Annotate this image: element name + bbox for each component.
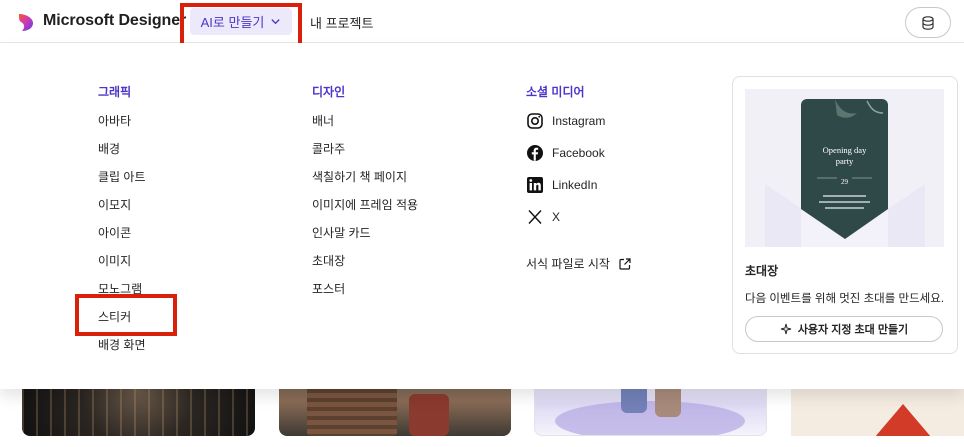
menu-item-wallpaper[interactable]: 배경 화면	[98, 336, 146, 353]
credits-button[interactable]	[905, 7, 951, 38]
menu-item-x[interactable]: X	[526, 208, 560, 226]
menu-item-image[interactable]: 이미지	[98, 252, 131, 269]
menu-item-coloring-page[interactable]: 색칠하기 책 페이지	[312, 168, 407, 185]
linkedin-label: LinkedIn	[552, 178, 598, 192]
promo-card-title: 초대장	[745, 264, 779, 278]
invitation-preview-image: Opening day party 29	[745, 89, 944, 247]
menu-item-emoji[interactable]: 이모지	[98, 196, 131, 213]
create-custom-invitation-label: 사용자 지정 초대 만들기	[797, 324, 909, 336]
start-from-template-link[interactable]: 서식 파일로 시작	[526, 255, 632, 272]
invitation-heading-line2: party	[836, 156, 854, 166]
menu-item-icon[interactable]: 아이콘	[98, 224, 131, 241]
app-name[interactable]: Microsoft Designer	[43, 12, 186, 30]
menu-item-collage[interactable]: 콜라주	[312, 140, 345, 157]
menu-item-instagram[interactable]: Instagram	[526, 112, 605, 130]
facebook-label: Facebook	[552, 146, 605, 160]
menu-item-greeting-card[interactable]: 인사말 카드	[312, 224, 371, 241]
facebook-icon	[527, 145, 543, 161]
ai-create-menu-label: AI로 만들기	[200, 15, 265, 30]
menu-item-facebook[interactable]: Facebook	[526, 144, 605, 162]
menu-item-invitation[interactable]: 초대장	[312, 252, 345, 269]
designer-logo-icon	[19, 14, 33, 31]
create-custom-invitation-button[interactable]: 사용자 지정 초대 만들기	[745, 316, 943, 342]
social-media-heading: 소셜 미디어	[526, 85, 585, 99]
menu-item-banner[interactable]: 배너	[312, 112, 334, 129]
menu-item-clip-art[interactable]: 클립 아트	[98, 168, 146, 185]
invitation-promo-card[interactable]: Opening day party 29 초대장 다음 이벤트를 위해 멋진 초…	[732, 76, 958, 354]
menu-item-frame-image[interactable]: 이미지에 프레임 적용	[312, 196, 418, 213]
linkedin-icon	[527, 177, 543, 193]
ai-create-dropdown-menu: 그래픽 아바타 배경 클립 아트 이모지 아이콘 이미지 모노그램 스티커 배경…	[0, 43, 964, 389]
x-icon	[528, 210, 542, 224]
menu-item-poster[interactable]: 포스터	[312, 280, 345, 297]
instagram-icon	[527, 113, 543, 129]
invitation-date-day: 29	[841, 178, 849, 186]
menu-item-monogram[interactable]: 모노그램	[98, 280, 142, 297]
instagram-label: Instagram	[552, 114, 606, 128]
ai-create-menu-button[interactable]: AI로 만들기	[190, 8, 292, 35]
menu-item-background[interactable]: 배경	[98, 140, 120, 157]
promo-card-description: 다음 이벤트를 위해 멋진 초대를 만드세요.	[745, 293, 945, 305]
top-bar: Microsoft Designer AI로 만들기 내 프로젝트	[0, 0, 964, 47]
menu-item-avatar[interactable]: 아바타	[98, 112, 131, 129]
start-from-template-label: 서식 파일로 시작	[526, 257, 610, 271]
x-label: X	[552, 210, 561, 224]
menu-item-sticker[interactable]: 스티커	[98, 308, 131, 325]
external-link-icon	[619, 257, 631, 270]
menu-item-linkedin[interactable]: LinkedIn	[526, 176, 597, 194]
graphics-heading: 그래픽	[98, 85, 132, 99]
invitation-heading-line1: Opening day	[823, 145, 867, 155]
chevron-down-icon	[271, 19, 281, 25]
my-projects-link[interactable]: 내 프로젝트	[310, 13, 373, 32]
sparkle-icon	[780, 323, 791, 335]
design-heading: 디자인	[312, 85, 346, 99]
coins-icon	[922, 15, 934, 30]
